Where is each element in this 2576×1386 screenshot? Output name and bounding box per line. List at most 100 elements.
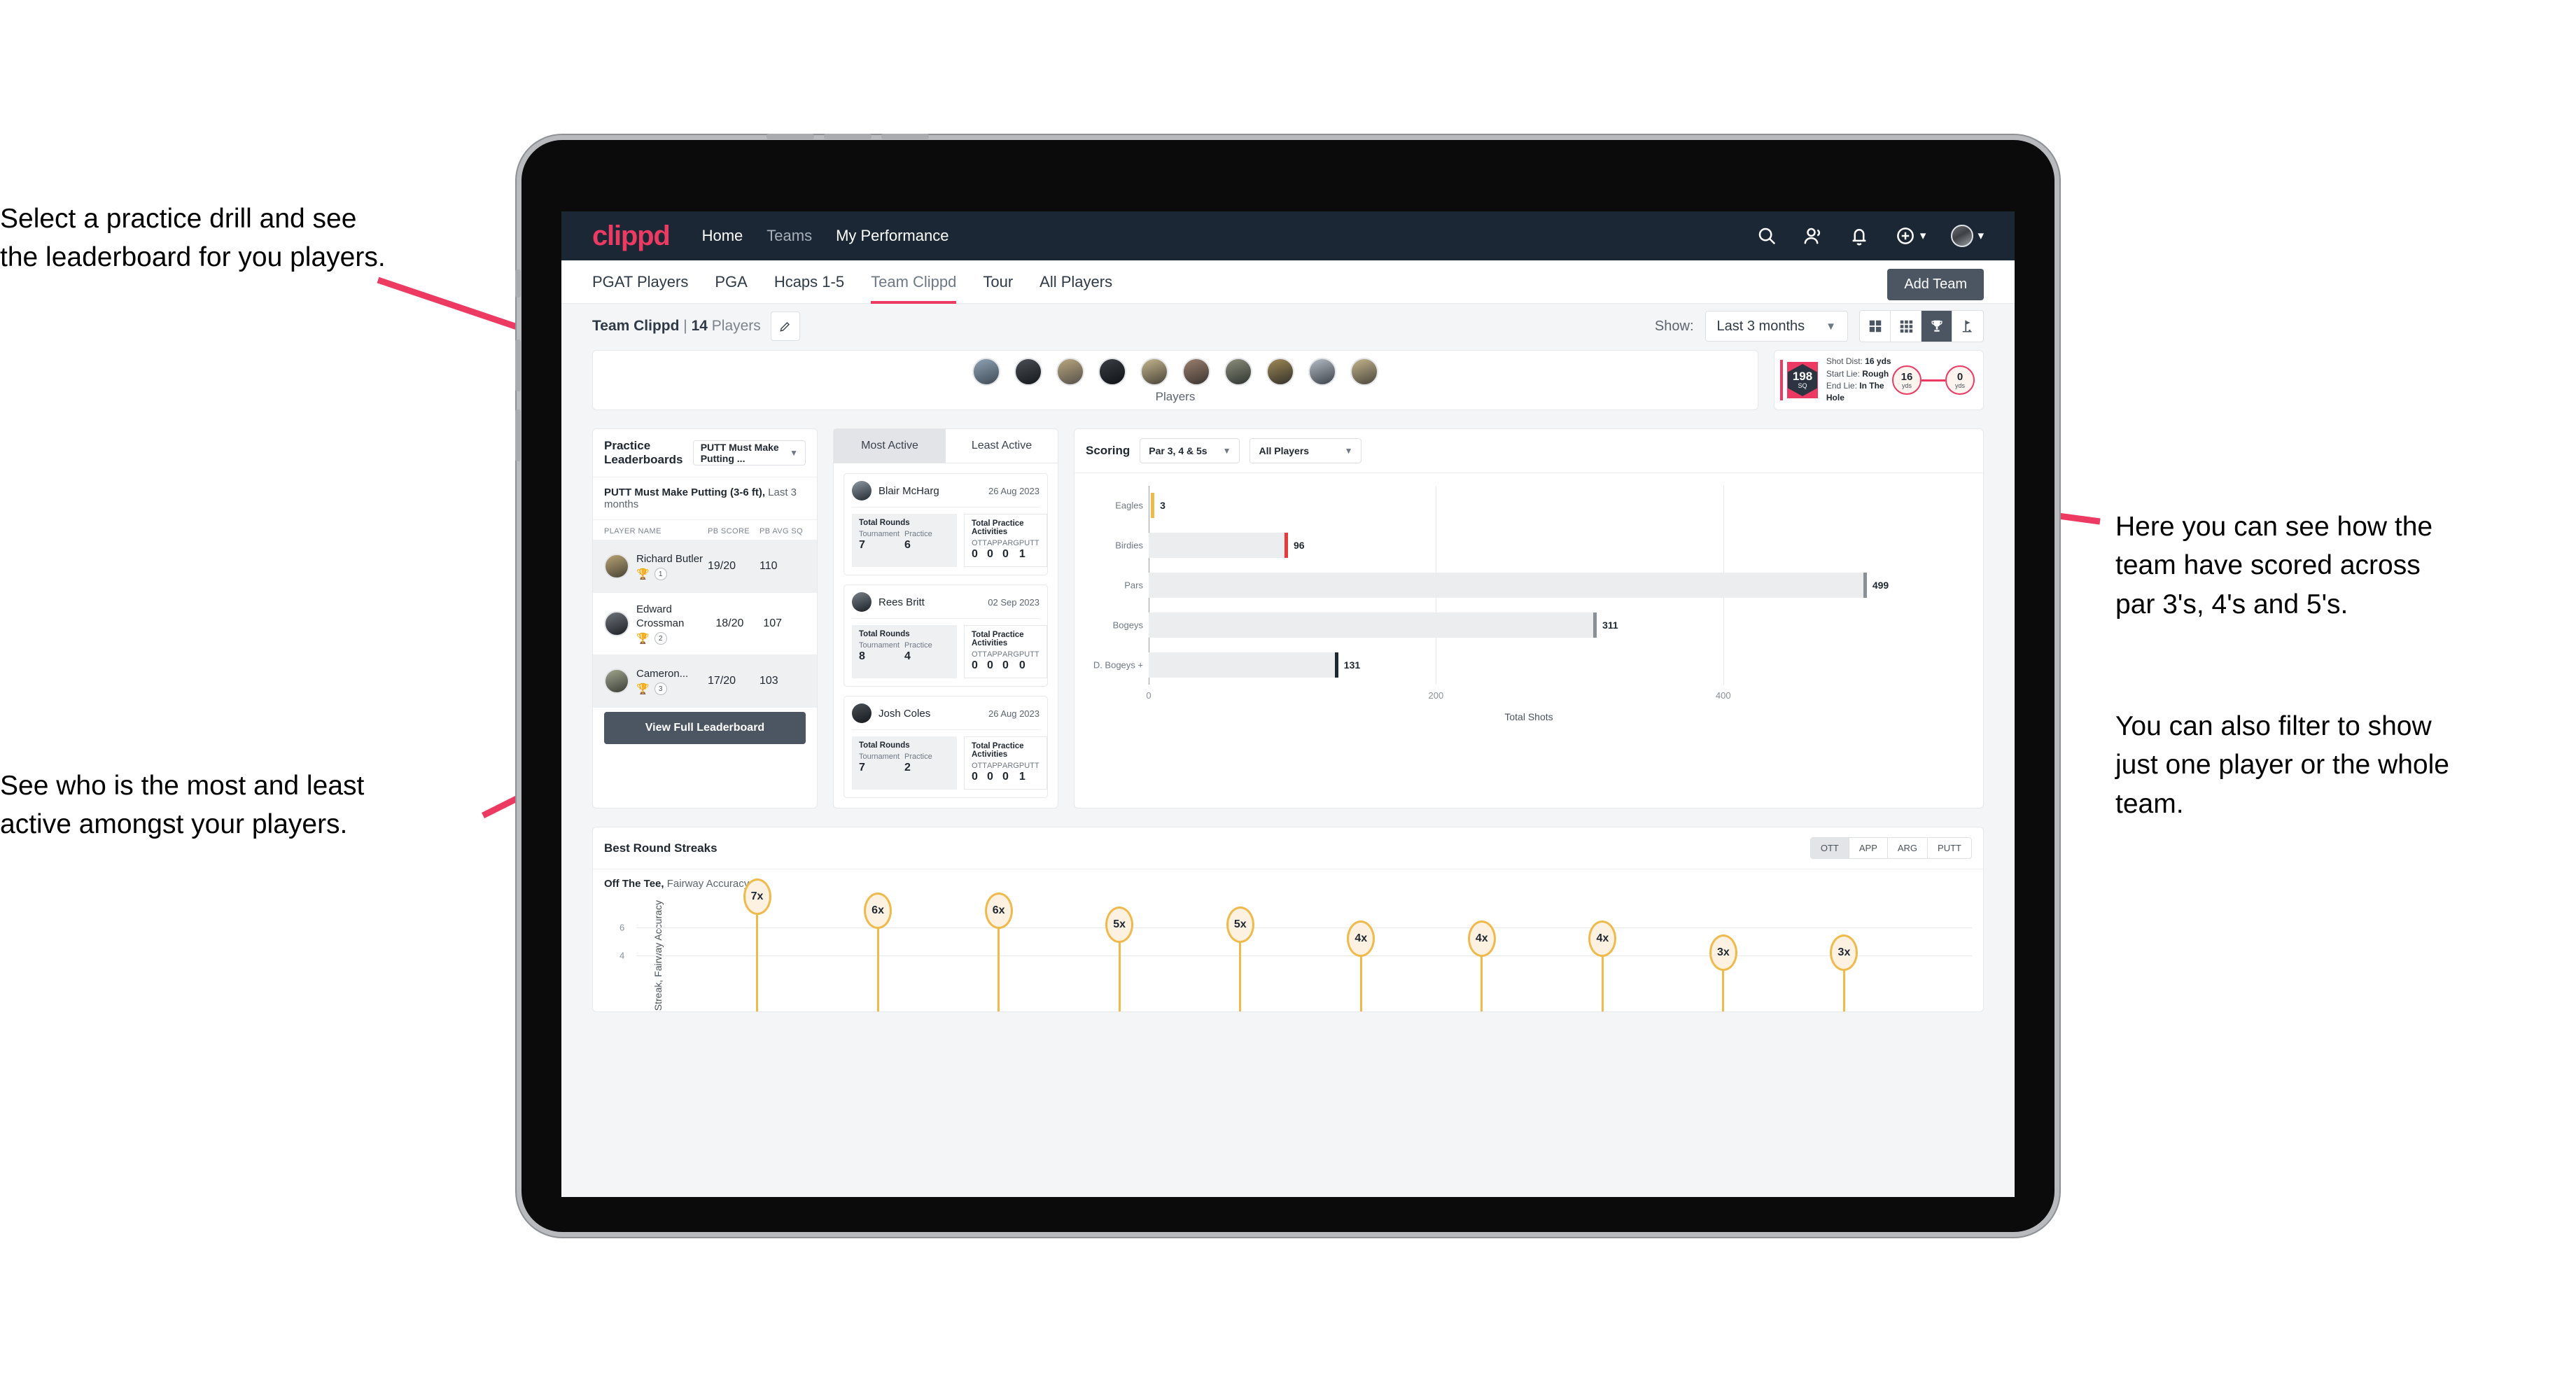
view-trophy-button[interactable] (1921, 311, 1952, 342)
pb-avg-sq: 103 (760, 675, 778, 687)
avatar[interactable] (1308, 358, 1336, 386)
putt-value: 1 (1018, 548, 1026, 560)
chart-y-tick: 4 (620, 950, 625, 961)
avatar[interactable] (1140, 358, 1168, 386)
avatar[interactable] (1056, 358, 1084, 386)
player-name: Richard Butler (636, 552, 704, 565)
team-toolbar: Team Clippd | 14 Players Show: Last 3 mo… (561, 304, 2015, 349)
activity-date: 02 Sep 2023 (988, 596, 1040, 608)
tab-least-active[interactable]: Least Active (946, 429, 1058, 463)
total-rounds-title: Total Rounds (859, 519, 910, 527)
streaks-tab-arg[interactable]: ARG (1887, 838, 1928, 858)
nav-link-home[interactable]: Home (702, 227, 743, 245)
leaderboard-player-2: Edward Crossman 🏆 2 (636, 603, 715, 645)
streaks-tab-app[interactable]: APP (1849, 838, 1888, 858)
activity-date: 26 Aug 2023 (988, 485, 1040, 496)
streaks-tab-ott[interactable]: OTT (1810, 838, 1849, 858)
chart-streak-marker[interactable]: 3x (1709, 934, 1737, 971)
add-team-button[interactable]: Add Team (1887, 269, 1984, 300)
shot-score-unit: SQ (1798, 382, 1807, 389)
chart-streak-marker[interactable]: 3x (1830, 934, 1858, 971)
list-item[interactable]: Josh Coles 26 Aug 2023 Total Rounds Tour… (844, 696, 1048, 798)
nav-link-my-performance[interactable]: My Performance (836, 227, 948, 245)
par-filter-select[interactable]: Par 3, 4 & 5s ▼ (1140, 438, 1240, 463)
ott-value: 0 (972, 771, 978, 783)
trophy-icon (1931, 320, 1942, 332)
chart-streak-marker[interactable]: 5x (1105, 906, 1134, 943)
avatar[interactable] (1350, 358, 1378, 386)
app-stat: APP 0 (987, 762, 1002, 783)
table-row[interactable]: Edward Crossman 🏆 2 18/20 107 (593, 593, 817, 654)
activity-stats: Total Rounds Tournament 8 Practice 4 Tot… (852, 625, 1047, 678)
tournament-label: Tournament (859, 530, 900, 538)
chart-streak-marker[interactable]: 7x (743, 878, 771, 915)
add-menu[interactable]: ▾ (1895, 225, 1926, 246)
table-row[interactable]: Cameron... 🏆 3 17/20 103 (593, 654, 817, 708)
avatar[interactable] (1224, 358, 1252, 386)
app-header: clippd Home Teams My Performance ▾ ▾ (561, 211, 2015, 260)
putt-stat: PUTT 1 (1019, 539, 1040, 561)
view-flag-button[interactable] (1952, 311, 1983, 342)
plus-circle-icon[interactable] (1895, 225, 1916, 246)
clippd-logo[interactable]: clippd (592, 220, 671, 252)
chart-streak-marker[interactable]: 4x (1347, 920, 1376, 957)
total-rounds-block: Total Rounds Tournament 7 Practice (852, 736, 957, 790)
chart-streak-marker[interactable]: 5x (1226, 906, 1254, 943)
chart-streak-marker[interactable]: 4x (1467, 920, 1496, 957)
shot-summary-card: 198 SQ Shot Dist: 16 yds Start Lie: Roug… (1774, 350, 1984, 410)
avatar[interactable] (1951, 225, 1974, 247)
total-practice-block: Total Practice Activities OTT 0 APP 0 ARG 0… (964, 514, 1047, 567)
profile-menu[interactable]: ▾ (1951, 225, 1984, 247)
activity-tabs: Most Active Least Active (834, 429, 1058, 463)
bell-icon[interactable] (1849, 225, 1870, 246)
players-caption: Players (1155, 390, 1196, 403)
drill-select[interactable]: PUTT Must Make Putting ... ▼ (692, 440, 806, 465)
table-row[interactable]: Richard Butler 🏆 1 19/20 110 (593, 540, 817, 593)
period-select[interactable]: Last 3 months ▼ (1704, 311, 1848, 342)
list-item[interactable]: Blair McHarg 26 Aug 2023 Total Rounds To… (844, 473, 1048, 575)
view-full-leaderboard-button[interactable]: View Full Leaderboard (604, 712, 806, 744)
column-pb-avg-sq: PB AVG SQ (760, 527, 804, 536)
chart-streak-marker[interactable]: 4x (1588, 920, 1617, 957)
tab-team-clippd[interactable]: Team Clippd (871, 260, 957, 304)
tab-all-players[interactable]: All Players (1040, 260, 1112, 304)
tab-hcaps-1-5[interactable]: Hcaps 1-5 (774, 260, 844, 304)
tab-tour[interactable]: Tour (983, 260, 1013, 304)
avatar[interactable] (972, 358, 1000, 386)
scoring-header: Scoring Par 3, 4 & 5s ▼ All Players ▼ (1074, 429, 1983, 473)
search-icon[interactable] (1756, 225, 1777, 246)
ott-label: OTT (972, 650, 987, 659)
chart-category-label: Birdies (1115, 540, 1143, 551)
streaks-tab-putt[interactable]: PUTT (1928, 838, 1971, 858)
activity-stats: Total Rounds Tournament 7 Practice (852, 514, 1047, 567)
chart-stem (1359, 955, 1362, 1011)
view-grid-large-button[interactable] (1860, 311, 1891, 342)
tab-most-active[interactable]: Most Active (834, 429, 946, 463)
shot-quality-badge: 198 SQ (1787, 362, 1818, 398)
chart-bar (1149, 573, 1865, 598)
avatar[interactable] (1266, 358, 1294, 386)
chart-streak-marker[interactable]: 6x (984, 892, 1013, 929)
people-icon[interactable] (1802, 225, 1823, 246)
shot-accent-bar (1780, 360, 1784, 400)
list-item[interactable]: Rees Britt 02 Sep 2023 Total Rounds Tour… (844, 584, 1048, 687)
player-filter-select[interactable]: All Players ▼ (1250, 438, 1362, 463)
nav-link-teams[interactable]: Teams (766, 227, 812, 245)
total-practice-cols: OTT 0 APP 0 ARG 0 PUTT 1 (972, 539, 1040, 561)
view-grid-small-button[interactable] (1891, 311, 1921, 342)
edit-team-button[interactable] (770, 312, 800, 341)
avatar[interactable] (1182, 358, 1210, 386)
avatar (604, 611, 629, 636)
shot-start-unit: yds (1901, 382, 1912, 389)
practice-leaderboards-card: Practice Leaderboards PUTT Must Make Put… (592, 428, 818, 808)
tab-pga[interactable]: PGA (715, 260, 747, 304)
leaderboard-title: Practice Leaderboards (604, 439, 683, 466)
avatar[interactable] (1014, 358, 1042, 386)
avatar[interactable] (1098, 358, 1126, 386)
chart-streak-marker[interactable]: 6x (864, 892, 892, 929)
chart-stem (1480, 955, 1483, 1011)
practice-stat: Practice 4 (904, 641, 950, 663)
tab-pgat-players[interactable]: PGAT Players (592, 260, 688, 304)
end-lie-label: End Lie: (1826, 381, 1857, 391)
chart-bar (1149, 533, 1287, 559)
